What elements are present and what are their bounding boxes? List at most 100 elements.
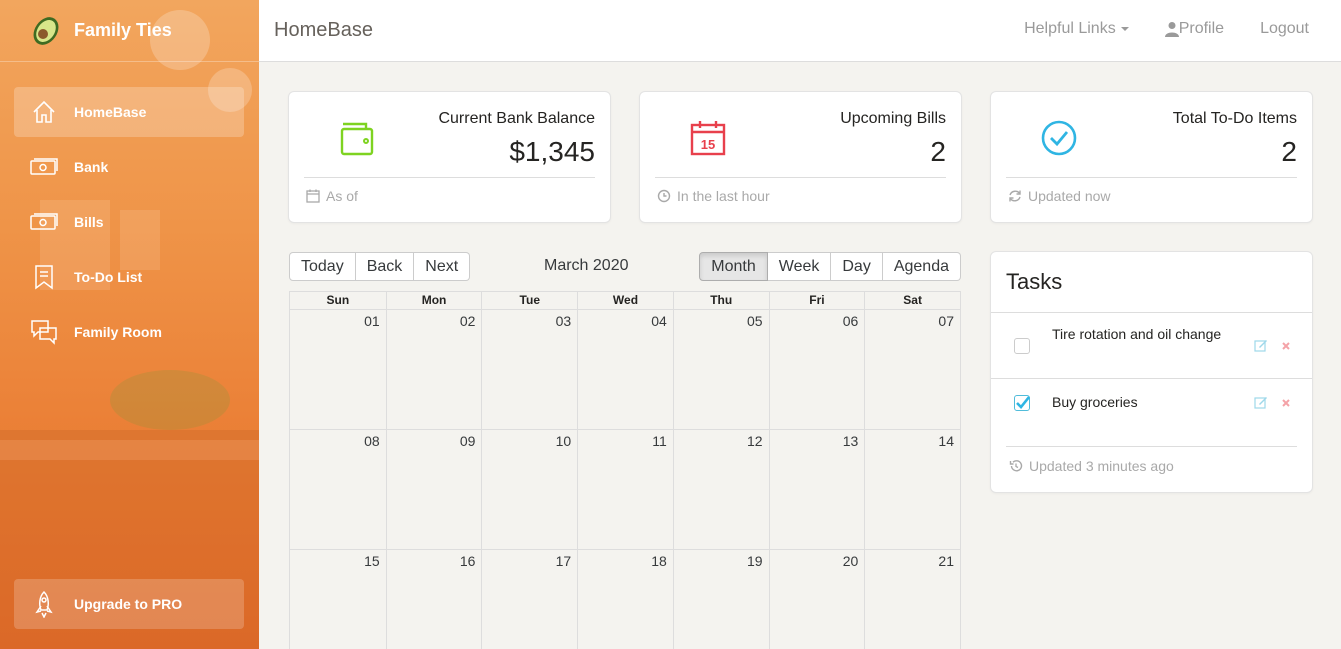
divider <box>1006 177 1297 178</box>
day-cell[interactable]: 09 <box>385 430 482 549</box>
task-text: Buy groceries <box>1052 394 1138 410</box>
money-icon <box>30 208 58 236</box>
task-checkbox[interactable] <box>1014 338 1030 354</box>
helpful-links-label: Helpful Links <box>1024 20 1116 37</box>
weekday-header: Sun Mon Tue Wed Thu Fri Sat <box>290 292 960 310</box>
svg-text:15: 15 <box>701 137 715 152</box>
day-cell[interactable]: 13 <box>768 430 865 549</box>
refresh-icon <box>1009 190 1021 202</box>
day-cell[interactable]: 08 <box>290 430 386 549</box>
sidebar-item-label: Bank <box>74 159 109 175</box>
sidebar-item-bank[interactable]: Bank <box>14 142 244 192</box>
weekday-label: Tue <box>481 292 577 309</box>
sidebar-item-label: HomeBase <box>74 104 147 120</box>
logout-label: Logout <box>1260 20 1309 37</box>
day-cell[interactable]: 15 <box>290 550 386 649</box>
day-view-button[interactable]: Day <box>831 252 883 281</box>
logout-link[interactable]: Logout <box>1260 20 1309 38</box>
sidebar-item-todo[interactable]: To-Do List <box>14 252 244 302</box>
weekday-label: Wed <box>577 292 673 309</box>
upgrade-button[interactable]: Upgrade to PRO <box>14 579 244 629</box>
caret-down-icon <box>1120 27 1129 31</box>
weekday-label: Fri <box>768 292 865 309</box>
history-icon <box>1009 460 1023 472</box>
day-cell[interactable]: 20 <box>768 550 865 649</box>
delete-icon[interactable] <box>1280 340 1292 352</box>
sidebar-item-bills[interactable]: Bills <box>14 197 244 247</box>
agenda-view-button[interactable]: Agenda <box>882 252 961 281</box>
next-button[interactable]: Next <box>414 252 471 281</box>
checkmark-icon <box>1016 396 1030 409</box>
day-cell[interactable]: 04 <box>577 310 673 429</box>
day-cell[interactable]: 02 <box>385 310 482 429</box>
divider <box>304 177 595 178</box>
calendar-small-icon <box>306 189 320 203</box>
edit-icon[interactable] <box>1254 338 1268 352</box>
day-cell[interactable]: 11 <box>577 430 673 549</box>
sidebar-item-label: To-Do List <box>74 269 143 285</box>
day-cell[interactable]: 07 <box>864 310 960 429</box>
day-cell[interactable]: 17 <box>481 550 577 649</box>
stat-footer-text: Updated now <box>1028 188 1111 204</box>
day-cell[interactable]: 05 <box>672 310 769 429</box>
money-icon <box>30 153 58 181</box>
calendar-week-row: 08 09 10 11 12 13 14 <box>290 430 960 550</box>
check-circle-icon <box>1041 120 1077 156</box>
day-cell[interactable]: 18 <box>577 550 673 649</box>
sidebar-item-family-room[interactable]: Family Room <box>14 307 244 357</box>
stat-value: $1,345 <box>509 136 595 167</box>
upgrade-label: Upgrade to PRO <box>74 596 183 612</box>
task-item: Buy groceries <box>991 379 1312 444</box>
day-cell[interactable]: 10 <box>481 430 577 549</box>
today-button[interactable]: Today <box>289 252 356 281</box>
sidebar-nav: HomeBase Bank Bills To-Do List Family Ro… <box>14 87 244 362</box>
delete-icon[interactable] <box>1280 397 1292 409</box>
calendar-month-label: March 2020 <box>544 257 629 274</box>
day-cell[interactable]: 19 <box>672 550 769 649</box>
weekday-label: Sun <box>326 293 350 307</box>
calendar-toolbar: Today Back Next March 2020 Month Week Da… <box>289 252 961 282</box>
day-cell[interactable]: 06 <box>768 310 865 429</box>
clock-icon <box>657 189 671 203</box>
calendar-view-group: Month Week Day Agenda <box>699 252 961 281</box>
sidebar-item-homebase[interactable]: HomeBase <box>14 87 244 137</box>
stat-label: Current Bank Balance <box>438 110 595 127</box>
profile-link[interactable]: Profile <box>1164 20 1225 38</box>
day-cell[interactable]: 14 <box>864 430 960 549</box>
day-cell[interactable]: 01 <box>290 310 386 429</box>
day-cell[interactable]: 21 <box>864 550 960 649</box>
task-checkbox-checked[interactable] <box>1014 395 1030 411</box>
month-view-button[interactable]: Month <box>699 252 768 281</box>
week-view-button[interactable]: Week <box>767 252 832 281</box>
back-button[interactable]: Back <box>355 252 415 281</box>
profile-label: Profile <box>1178 20 1225 37</box>
bank-balance-card: Current Bank Balance $1,345 As of <box>288 91 611 223</box>
day-cell[interactable]: 03 <box>481 310 577 429</box>
brand-name: Family Ties <box>74 20 172 40</box>
top-nav-links: Helpful Links Profile Logout <box>1024 20 1309 38</box>
stat-value: 2 <box>930 136 946 167</box>
user-icon <box>1164 22 1179 37</box>
calendar-nav-group: Today Back Next <box>289 252 471 281</box>
stat-footer: Updated now <box>1008 188 1111 204</box>
upcoming-bills-card: 15 Upcoming Bills 2 In the last hour <box>639 91 962 223</box>
stat-footer-text: As of <box>326 188 358 204</box>
helpful-links-dropdown[interactable]: Helpful Links <box>1024 20 1129 38</box>
brand-logo[interactable]: Family Ties <box>0 0 259 62</box>
bookmark-icon <box>30 263 58 291</box>
weekday-label: Mon <box>385 292 482 309</box>
task-item: Tire rotation and oil change <box>991 313 1312 378</box>
calendar-week-row: 15 16 17 18 19 20 21 <box>290 550 960 649</box>
todo-items-card: Total To-Do Items 2 Updated now <box>990 91 1313 223</box>
day-cell[interactable]: 12 <box>672 430 769 549</box>
edit-icon[interactable] <box>1254 395 1268 409</box>
divider <box>1006 446 1297 447</box>
sidebar-item-label: Bills <box>74 214 104 230</box>
tasks-footer-text: Updated 3 minutes ago <box>1029 458 1174 474</box>
weekday-label: Thu <box>672 292 769 309</box>
page-title: HomeBase <box>274 19 373 41</box>
month-calendar: Sun Mon Tue Wed Thu Fri Sat 01 02 03 04 … <box>289 291 961 649</box>
stat-label: Total To-Do Items <box>1172 110 1297 127</box>
weekday-label: Sat <box>864 292 960 309</box>
day-cell[interactable]: 16 <box>385 550 482 649</box>
